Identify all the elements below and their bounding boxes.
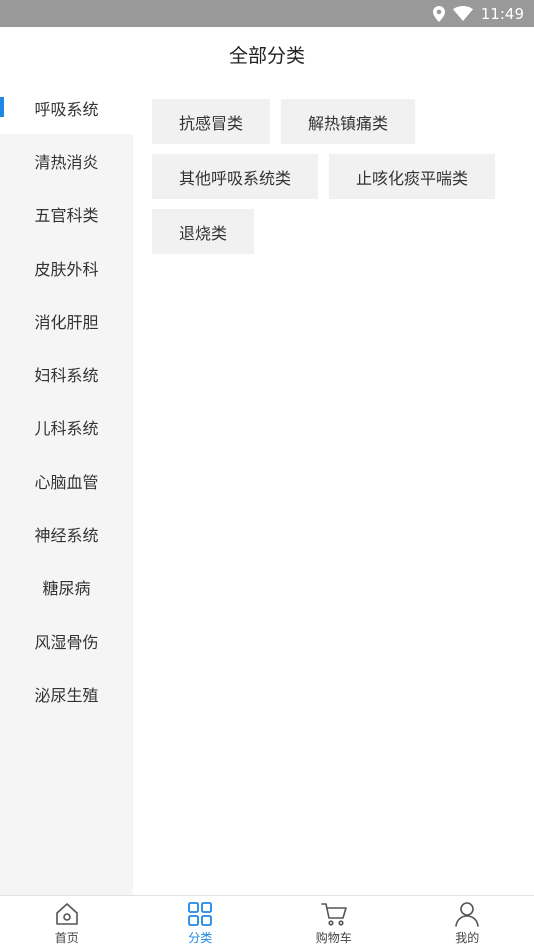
user-icon xyxy=(454,900,480,928)
sidebar-item-label: 呼吸系统 xyxy=(34,99,99,119)
sidebar-item-cardio[interactable]: 心脑血管 xyxy=(0,454,133,507)
tab-mine[interactable]: 我的 xyxy=(401,896,534,949)
subcategory-tag-fever[interactable]: 退烧类 xyxy=(152,209,255,254)
subcategory-tag-cough[interactable]: 止咳化痰平喘类 xyxy=(329,154,496,199)
sidebar-item-label: 妇科系统 xyxy=(34,366,99,386)
active-indicator xyxy=(0,97,4,117)
status-bar: 11:49 xyxy=(0,0,534,27)
subcategory-tags: 抗感冒类 解热镇痛类 其他呼吸系统类 止咳化痰平喘类 退烧类 xyxy=(152,99,522,254)
wifi-icon xyxy=(452,6,473,21)
category-icon xyxy=(187,900,213,928)
cart-icon xyxy=(320,900,348,928)
location-icon xyxy=(432,5,445,22)
tab-label: 购物车 xyxy=(315,930,352,945)
sidebar-item-label: 神经系统 xyxy=(34,526,99,546)
sidebar-item-gynecology[interactable]: 妇科系统 xyxy=(0,347,133,400)
sidebar-item-label: 五官科类 xyxy=(34,206,99,226)
sidebar-item-ent[interactable]: 五官科类 xyxy=(0,188,133,241)
bottom-tab-bar: 首页 分类 购物车 我的 xyxy=(0,895,534,949)
subcategory-tag-other-respiratory[interactable]: 其他呼吸系统类 xyxy=(152,154,319,199)
sidebar-item-respiratory[interactable]: 呼吸系统 xyxy=(0,81,133,135)
subcategory-tag-cold[interactable]: 抗感冒类 xyxy=(152,99,271,144)
sidebar-item-urology[interactable]: 泌尿生殖 xyxy=(0,667,133,720)
sidebar-item-label: 糖尿病 xyxy=(42,579,91,599)
sidebar-item-label: 儿科系统 xyxy=(34,419,99,439)
sidebar-item-label: 心脑血管 xyxy=(34,472,99,492)
category-sidebar: 呼吸系统 清热消炎 五官科类 皮肤外科 消化肝胆 妇科系统 儿科系统 心脑血管 … xyxy=(0,81,133,895)
tab-label: 分类 xyxy=(188,930,213,945)
status-time: 11:49 xyxy=(480,4,524,23)
sidebar-item-label: 风湿骨伤 xyxy=(34,632,99,652)
page-title: 全部分类 xyxy=(228,44,305,67)
sidebar-item-rheumatism[interactable]: 风湿骨伤 xyxy=(0,614,133,667)
sidebar-item-label: 消化肝胆 xyxy=(34,312,99,332)
sidebar-item-label: 清热消炎 xyxy=(34,152,99,172)
subcategory-panel: 抗感冒类 解热镇痛类 其他呼吸系统类 止咳化痰平喘类 退烧类 xyxy=(133,81,534,895)
sidebar-item-label: 皮肤外科 xyxy=(34,259,99,279)
tab-label: 首页 xyxy=(54,930,79,945)
tab-home[interactable]: 首页 xyxy=(0,896,134,949)
sidebar-item-pediatrics[interactable]: 儿科系统 xyxy=(0,401,133,454)
tab-category[interactable]: 分类 xyxy=(134,896,268,949)
tab-cart[interactable]: 购物车 xyxy=(267,896,401,949)
page-header: 全部分类 xyxy=(0,27,534,81)
sidebar-item-heat-clearing[interactable]: 清热消炎 xyxy=(0,134,133,187)
sidebar-item-dermatology[interactable]: 皮肤外科 xyxy=(0,241,133,294)
home-icon xyxy=(54,900,80,928)
sidebar-item-neurology[interactable]: 神经系统 xyxy=(0,507,133,560)
subcategory-tag-antipyretic[interactable]: 解热镇痛类 xyxy=(281,99,416,144)
sidebar-item-diabetes[interactable]: 糖尿病 xyxy=(0,561,133,614)
sidebar-item-digestive[interactable]: 消化肝胆 xyxy=(0,294,133,347)
sidebar-item-label: 泌尿生殖 xyxy=(34,685,99,705)
tab-label: 我的 xyxy=(455,930,480,945)
